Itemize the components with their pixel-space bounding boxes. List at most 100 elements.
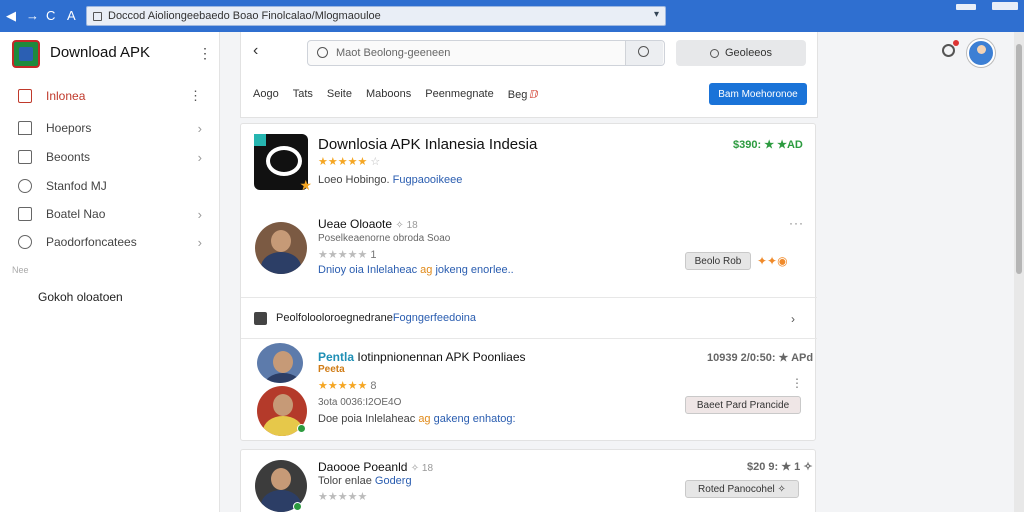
rating-text: 1	[370, 249, 377, 261]
settings-gear-icon[interactable]	[942, 40, 959, 57]
search-placeholder: Maot Beolong-geeneen	[336, 47, 451, 59]
chevron-down-icon[interactable]: ▾	[654, 9, 659, 20]
back-arrow-icon[interactable]: ‹	[253, 42, 258, 60]
reviewer-name-suffix: ✧ 18	[410, 463, 434, 474]
url-text: Doccod Aioliongeebaedo Boao Finolcalao/M…	[108, 10, 381, 22]
reviewer-name-suffix: ✧ 18	[395, 220, 418, 231]
sidebar-item-boatel[interactable]: Boatel Nao ›	[18, 203, 208, 225]
gallery-icon	[18, 207, 32, 221]
sidebar-footer-link[interactable]: Gokoh oloatoen	[38, 290, 123, 304]
browser-titlebar: ◀ → C A Doccod Aioliongeebaedo Boao Fino…	[0, 0, 1024, 32]
reviewer-name-text: Iotinpnionennan APK Poonliaes	[357, 350, 526, 364]
search-button[interactable]	[625, 41, 663, 65]
kebab-icon[interactable]: ⋮	[189, 88, 202, 104]
back-arrow-icon[interactable]: ◀	[6, 7, 16, 25]
scrollbar-thumb[interactable]	[1016, 44, 1022, 274]
app-icon[interactable]: ★	[254, 134, 312, 193]
kebab-menu-icon[interactable]: ⋮	[198, 46, 212, 60]
meta-prefix: Loeo Hobingo.	[318, 174, 390, 186]
tab-tats[interactable]: Tats	[293, 88, 313, 101]
online-status-icon	[297, 424, 306, 433]
app-title: Download APK	[50, 44, 151, 61]
page-icon	[93, 11, 102, 21]
review-meta-text: Doe poia Inlelaheac	[318, 413, 416, 425]
review-meta-tag: ag	[418, 413, 431, 425]
app-meta: Loeo Hobingo. Fugpaooikeee	[318, 174, 462, 186]
review-meta-link[interactable]: gakeng enhatog:	[434, 413, 516, 425]
app-title[interactable]: Downlosia APK Inlanesia Indesia	[318, 136, 537, 153]
review-meta: Tolor enlae Goderg	[318, 475, 412, 487]
section-title: PeolfolooloroegnedraneFogngerfeedoina	[276, 312, 476, 324]
review-meta-link[interactable]: jokeng enorlee..	[435, 264, 513, 276]
review-action-button[interactable]: Baeet Pard Prancide	[685, 396, 801, 414]
page-scrollbar[interactable]	[1014, 32, 1024, 512]
tab-peenmegnate[interactable]: Peenmegnate	[425, 88, 494, 101]
primary-action-button[interactable]: Bam Moehoronoe	[709, 83, 807, 105]
top-search-button[interactable]: Geoleeos	[676, 40, 806, 66]
review-action-button[interactable]: Roted Panocohel ✧	[685, 480, 799, 498]
sidebar-item-inlonea[interactable]: Inlonea ⋮	[18, 85, 208, 107]
online-status-icon	[293, 502, 302, 511]
section-title-link[interactable]: Fogngerfeedoina	[393, 312, 476, 324]
maximize-button[interactable]	[992, 2, 1018, 10]
square-icon	[18, 89, 32, 103]
tab-beg[interactable]: Beg ⅅ	[508, 88, 539, 101]
rating-stars: ★★★★★ 1	[318, 249, 377, 261]
reviewer-name-text: Daoooe Poeanld	[318, 460, 408, 474]
square-icon	[18, 150, 32, 164]
search-icon	[709, 48, 719, 58]
price-label: $20 9: ★ 1 ✧	[747, 461, 813, 473]
review-meta-link[interactable]: Goderg	[375, 475, 412, 487]
review-action-button[interactable]: Beolo Rob	[685, 252, 751, 270]
reviewer-name-highlight: Pentla	[318, 350, 355, 364]
chevron-right-icon: ›	[197, 206, 202, 222]
star-icon: ★	[299, 177, 312, 193]
sidebar-item-hoepors[interactable]: Hoepors ›	[18, 117, 208, 139]
chevron-right-icon: ›	[197, 234, 202, 250]
tab-beg-label: Beg	[507, 89, 528, 101]
sidebar-item-beoonts[interactable]: Beoonts ›	[18, 146, 208, 168]
sidebar-item-label: Paodorfoncatees	[46, 235, 137, 249]
sidebar-item-label: Inlonea	[46, 89, 86, 103]
flame-icon: ⅅ	[529, 89, 539, 101]
search-input[interactable]: Maot Beolong-geeneen	[307, 40, 665, 66]
tab-seite[interactable]: Seite	[327, 88, 352, 101]
rating-stars-filled: ★★★★★	[318, 156, 368, 168]
user-avatar[interactable]	[967, 39, 995, 67]
section-icon	[254, 312, 267, 325]
review-badge: Peeta	[318, 364, 345, 375]
rating-stars: ★★★★★ ☆	[318, 155, 380, 168]
sidebar-item-stanfod[interactable]: Stanfod MJ	[18, 175, 208, 197]
sidebar-section-label: Nee	[12, 265, 29, 275]
reload-icon[interactable]: C	[46, 7, 55, 25]
developer-link[interactable]: Fugpaooikeee	[393, 174, 463, 186]
reviewer-name: Daoooe Poeanld ✧ 18	[318, 460, 433, 474]
reviewer-avatar[interactable]	[255, 222, 307, 274]
reaction-icons[interactable]: ✦✦◉	[757, 254, 788, 268]
reviewer-name-text: Ueae Oloaote	[318, 217, 393, 231]
reviewer-link[interactable]: Poselkeaenorne obroda Soao	[318, 233, 450, 244]
home-icon[interactable]: A	[67, 7, 76, 25]
rating-text: ☆	[370, 156, 381, 168]
price-label: $390: ★ ★AD	[733, 139, 803, 151]
more-options-icon[interactable]: ⋮	[791, 376, 804, 390]
chevron-right-icon[interactable]: ›	[791, 312, 795, 326]
review-meta-text: Tolor enlae	[318, 475, 372, 487]
review-meta: Dnioy oia Inlelaheac ag jokeng enorlee..	[318, 264, 514, 276]
home-icon	[18, 121, 32, 135]
main-header-panel: ‹ Maot Beolong-geeneen Geoleeos Aogo Tat…	[240, 32, 818, 118]
sidebar-item-label: Hoepors	[46, 121, 92, 135]
review-meta-tag: ag	[420, 264, 433, 276]
section-title-text: Peolfolooloroegnedrane	[276, 312, 393, 324]
reviewer-name: Pentla Iotinpnionennan APK Poonliaes	[318, 350, 526, 364]
more-options-icon[interactable]: ···	[789, 216, 804, 230]
review-meta: 3ota 0036:I2OE4O	[318, 397, 402, 408]
reviewer-avatar[interactable]	[257, 343, 303, 383]
review-meta-text: Dnioy oia Inlelaheac	[318, 264, 418, 276]
url-bar[interactable]: Doccod Aioliongeebaedo Boao Finolcalao/M…	[86, 6, 666, 26]
forward-arrow-icon[interactable]: →	[26, 7, 39, 25]
sidebar-item-paodorfoncatees[interactable]: Paodorfoncatees ›	[18, 231, 208, 253]
minimize-button[interactable]	[956, 4, 976, 10]
tab-aogo[interactable]: Aogo	[253, 88, 279, 101]
tab-maboons[interactable]: Maboons	[366, 88, 411, 101]
